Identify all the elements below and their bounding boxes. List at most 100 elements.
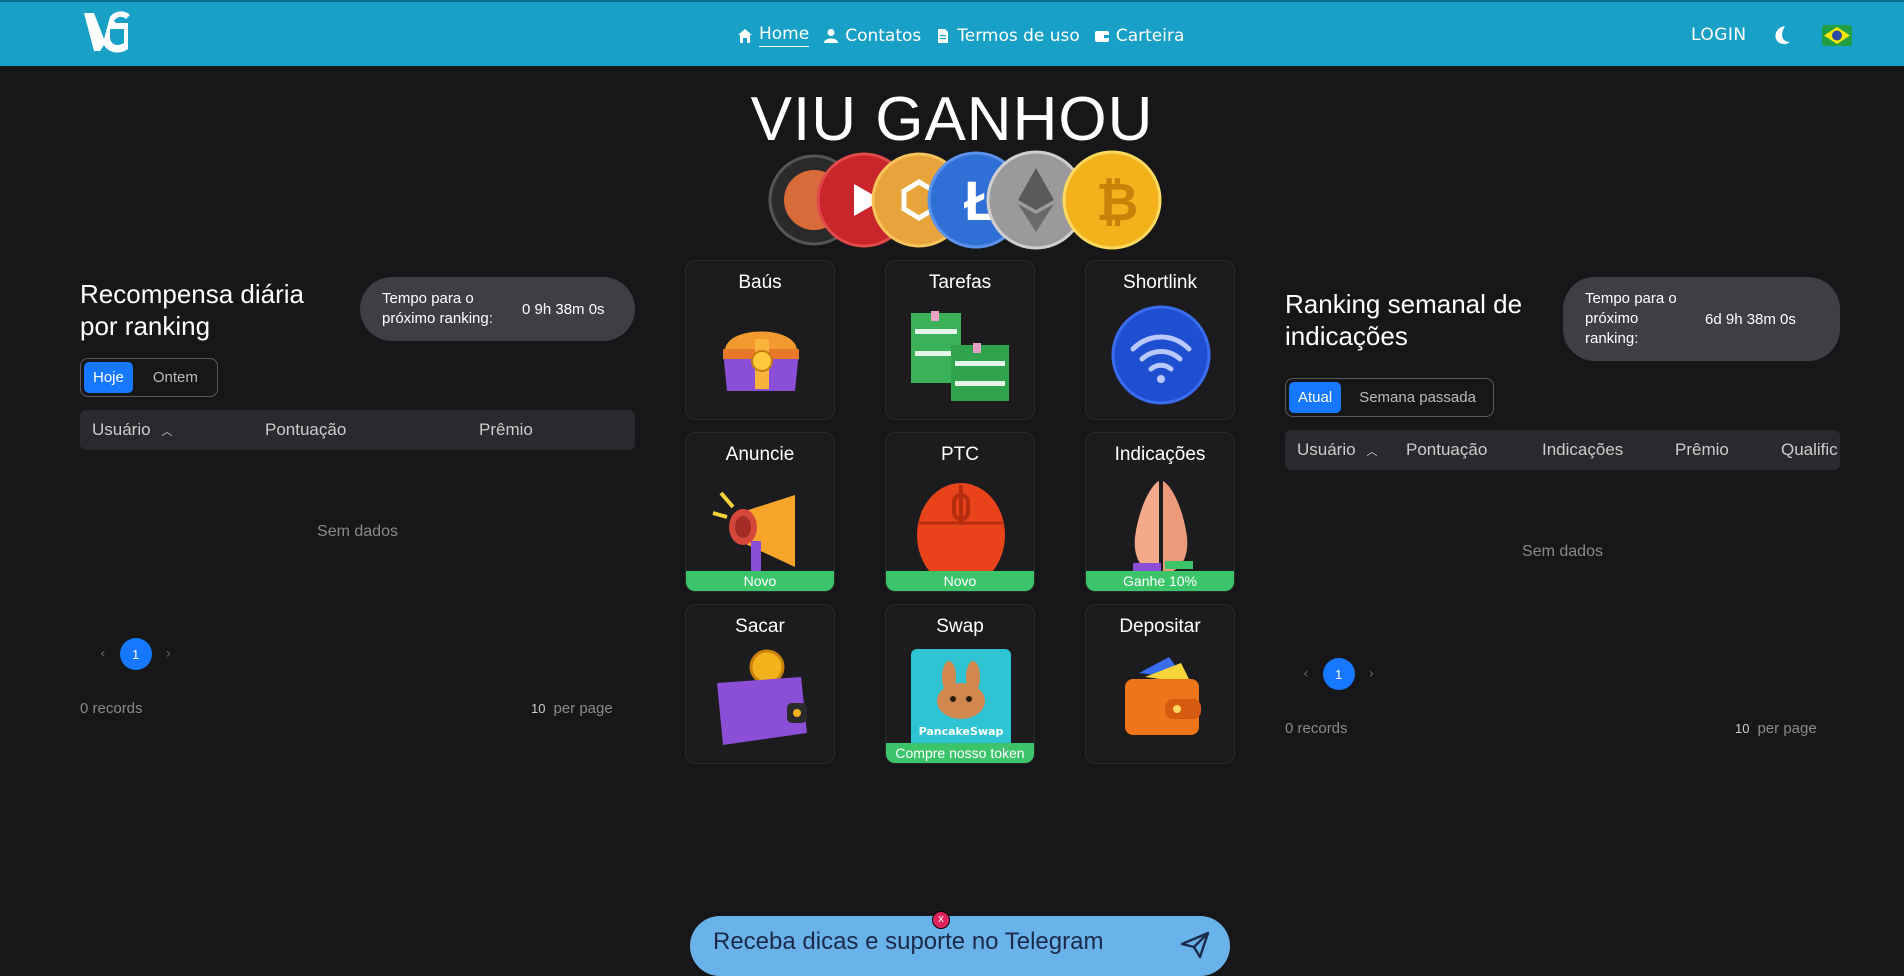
deposit-wallet-icon [1125,657,1201,735]
daily-timer-label: Tempo para o próximo ranking: [382,290,493,327]
col-premio[interactable]: Prêmio [479,420,533,440]
pancakeswap-icon: PancakeSwap [911,649,1011,749]
telegram-close-button[interactable]: x [932,911,950,929]
hero-title: VIU GANHOU [750,85,1154,154]
wifi-icon [1111,305,1211,405]
nav-home-label: Home [759,24,810,47]
card-ptc[interactable]: PTC Novo [885,432,1035,592]
nav-contatos[interactable]: Contatos [823,26,921,46]
daily-empty-state: Sem dados [317,523,398,540]
col-indicacoes[interactable]: Indicações [1542,440,1623,460]
daily-period-toggle: Hoje Ontem [80,358,218,397]
daily-per-page[interactable]: 10 per page [531,700,613,717]
sort-up-icon: ︿ [1366,446,1378,458]
telegram-banner-text: Receba dicas e suporte no Telegram [713,928,1104,955]
prev-page-icon[interactable]: ‹ [1303,666,1309,682]
page-1-button[interactable]: 1 [1322,658,1355,690]
card-indicacoes[interactable]: Indicações Ganhe 10% [1085,432,1235,592]
weekly-table-header: Usuário ︿ Pontuação Indicações Prêmio Qu… [1285,430,1840,470]
daily-ranking-title: Recompensa diária por ranking [80,279,305,341]
card-indicacoes-title: Indicações [1114,444,1206,465]
card-swap[interactable]: Swap PancakeSwap Compre nosso token [885,604,1035,764]
login-button[interactable]: LOGIN [1691,25,1747,45]
daily-records-count: 0 records [80,700,143,717]
logo[interactable] [80,9,134,55]
wallet-coin-icon [717,649,807,745]
card-shortlink-title: Shortlink [1123,272,1197,293]
card-shortlink[interactable]: Shortlink [1085,260,1235,420]
per-page-label: per page [553,700,613,717]
top-navbar: Home Contatos Termos de uso Carteira LOG… [0,0,1904,66]
nav-carteira[interactable]: Carteira [1094,25,1185,46]
col-usuario-label: Usuário [92,420,151,439]
user-icon [824,28,839,43]
card-depositar[interactable]: Depositar [1085,604,1235,764]
sort-up-icon: ︿ [161,426,173,438]
tab-ontem[interactable]: Ontem [137,362,214,393]
moon-icon[interactable] [1771,24,1793,46]
next-page-icon[interactable]: › [166,646,172,662]
brazil-flag-icon[interactable] [1822,25,1852,46]
card-tarefas[interactable]: Tarefas [885,260,1035,420]
card-anuncie-title: Anuncie [725,444,795,465]
nav-contatos-label: Contatos [845,25,922,46]
tab-hoje[interactable]: Hoje [84,362,133,393]
card-swap-tag: Compre nosso token [886,743,1034,763]
card-anuncie[interactable]: Anuncie Novo [685,432,835,592]
nav-termos[interactable]: Termos de uso [935,26,1080,46]
daily-pagination: ‹ 1 › [100,638,171,670]
document-icon [938,28,949,43]
col-usuario[interactable]: Usuário ︿ [1297,440,1377,460]
per-page-number: 10 [1735,721,1750,736]
weekly-ranking-title: Ranking semanal de indicações [1285,289,1523,351]
card-swap-title: Swap [936,616,984,637]
svg-text:₿: ₿ [1096,174,1138,232]
col-premio[interactable]: Prêmio [1675,440,1729,460]
weekly-pagination: ‹ 1 › [1303,658,1374,690]
weekly-timer-label: Tempo para o próximo ranking: [1585,290,1677,347]
daily-ranking-timer: Tempo para o próximo ranking: 0 9h 38m 0… [360,277,635,341]
next-page-icon[interactable]: › [1369,666,1375,682]
card-sacar[interactable]: Sacar [685,604,835,764]
mouse-icon [917,483,1005,577]
weekly-empty-state: Sem dados [1522,543,1603,560]
tab-semana-passada[interactable]: Semana passada [1345,382,1490,413]
pancakeswap-brand-text: PancakeSwap [918,725,1004,738]
weekly-records-count: 0 records [1285,720,1348,737]
col-pontuacao[interactable]: Pontuação [265,420,346,440]
card-ptc-title: PTC [941,444,979,465]
col-qualificacao[interactable]: Qualific [1781,440,1838,460]
home-icon [738,28,752,43]
page-1-button[interactable]: 1 [119,638,152,670]
praying-hands-icon [1133,481,1193,573]
megaphone-icon [712,491,795,575]
card-indicacoes-tag: Ganhe 10% [1086,571,1234,591]
col-usuario[interactable]: Usuário ︿ [92,420,172,440]
daily-table-header: Usuário ︿ Pontuação Prêmio [80,410,635,450]
card-tarefas-title: Tarefas [928,272,992,293]
treasure-chest-icon [723,331,799,391]
tab-atual[interactable]: Atual [1289,382,1342,413]
card-sacar-title: Sacar [735,616,785,637]
crypto-coins-icon: Ł ₿ [768,150,1162,250]
weekly-ranking-timer: Tempo para o próximo ranking: 6d 9h 38m … [1563,277,1840,361]
card-anuncie-tag: Novo [686,571,834,591]
weekly-timer-value: 6d 9h 38m 0s [1705,310,1796,328]
nav-home[interactable]: Home [737,24,810,47]
send-icon [1180,931,1210,959]
prev-page-icon[interactable]: ‹ [100,646,106,662]
card-depositar-title: Depositar [1119,616,1201,637]
money-stack-icon [911,311,1009,401]
card-baus[interactable]: Baús [685,260,835,420]
telegram-banner[interactable]: Receba dicas e suporte no Telegram [690,916,1230,976]
wallet-icon [1094,30,1109,42]
col-pontuacao[interactable]: Pontuação [1406,440,1487,460]
per-page-label: per page [1757,720,1817,737]
card-ptc-tag: Novo [886,571,1034,591]
per-page-number: 10 [531,701,546,716]
weekly-period-toggle: Atual Semana passada [1285,378,1494,417]
daily-timer-value: 0 9h 38m 0s [522,300,605,318]
nav-carteira-label: Carteira [1115,25,1185,46]
card-baus-title: Baús [738,272,782,293]
weekly-per-page[interactable]: 10 per page [1735,720,1817,737]
